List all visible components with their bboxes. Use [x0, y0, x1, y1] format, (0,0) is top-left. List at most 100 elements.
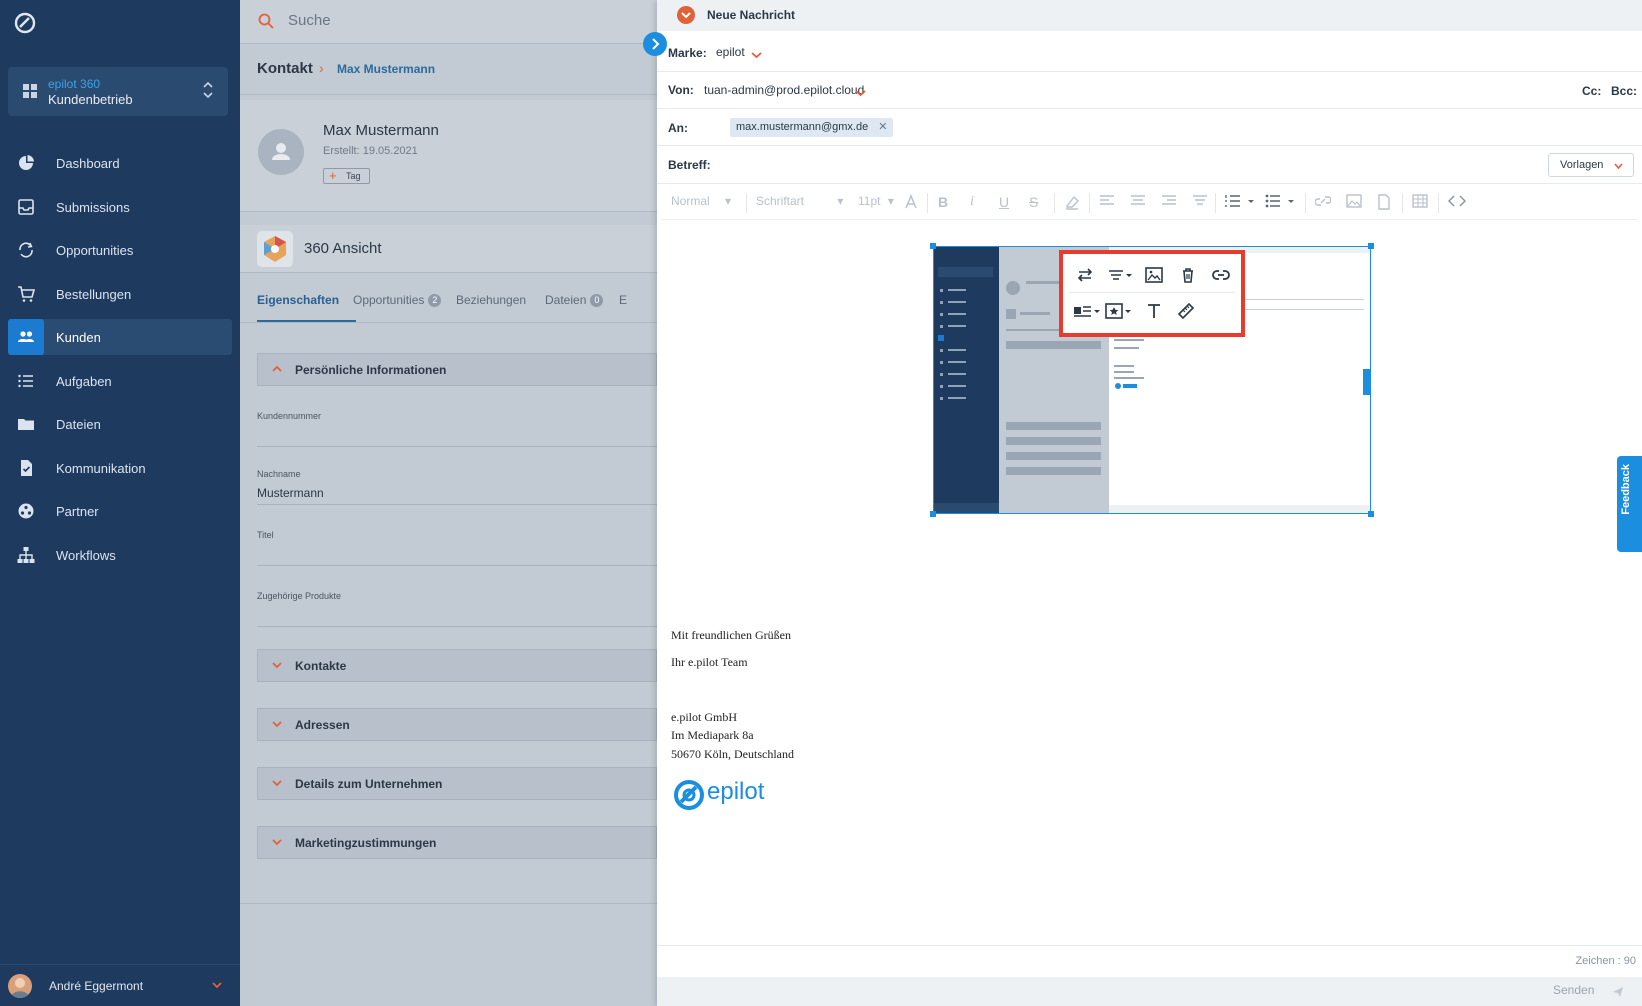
- font-select[interactable]: Schriftart ▾: [756, 194, 846, 212]
- message-editor[interactable]: Mit freundlichen Grüßen Ihr e.pilot Team…: [657, 222, 1642, 942]
- list-icon: [18, 374, 33, 387]
- sidebar-item-dashboard[interactable]: Dashboard: [8, 145, 232, 181]
- tab-label: Eigenschaften: [257, 293, 340, 307]
- section-adressen[interactable]: Adressen: [257, 708, 657, 741]
- align-right-icon[interactable]: [1161, 194, 1177, 212]
- section-label: Kontakte: [295, 659, 347, 673]
- tab-more[interactable]: E: [619, 293, 627, 307]
- underline-icon[interactable]: U: [999, 194, 1009, 212]
- brand-select[interactable]: epilot: [716, 45, 745, 59]
- resize-handle[interactable]: [930, 511, 936, 517]
- link-icon[interactable]: [1210, 264, 1232, 286]
- tab-eigenschaften[interactable]: Eigenschaften: [257, 293, 339, 307]
- style-select[interactable]: Normal ▾: [671, 194, 739, 212]
- divider: [1215, 193, 1216, 213]
- feedback-tab[interactable]: Feedback: [1617, 456, 1642, 552]
- people-icon: [18, 331, 34, 342]
- 360-view-logo-icon: [257, 231, 293, 267]
- sidebar-item-workflows[interactable]: Workflows: [8, 537, 232, 573]
- collapse-panel-button[interactable]: [643, 32, 667, 56]
- sidebar-item-partner[interactable]: Partner: [8, 493, 232, 529]
- send-button[interactable]: Senden: [1553, 983, 1594, 997]
- align-left-icon[interactable]: [1099, 194, 1115, 212]
- divider: [240, 903, 657, 904]
- subject-row[interactable]: Betreff:: [657, 146, 1642, 184]
- sidebar-item-opportunities[interactable]: Opportunities: [8, 232, 232, 268]
- tab-opportunities[interactable]: Opportunities 2: [353, 293, 442, 307]
- ruler-icon[interactable]: [1175, 300, 1197, 322]
- section-kontakte[interactable]: Kontakte: [257, 649, 657, 682]
- send-icon[interactable]: [1612, 986, 1624, 998]
- eraser-icon[interactable]: [1064, 194, 1080, 212]
- sidebar-item-dateien[interactable]: Dateien: [8, 406, 232, 442]
- chevron-down-icon[interactable]: [751, 51, 762, 59]
- brand-label: Marke:: [668, 46, 707, 60]
- close-icon[interactable]: ✕: [878, 121, 887, 133]
- align-menu-icon[interactable]: [1106, 264, 1134, 286]
- font-label: Schriftart: [756, 194, 805, 208]
- divider: [1069, 292, 1235, 293]
- section-personal-info[interactable]: Persönliche Informationen: [257, 353, 657, 386]
- workspace-switcher[interactable]: epilot 360 Kundenbetrieb: [8, 67, 228, 116]
- resize-handle[interactable]: [1368, 243, 1374, 249]
- recipient-chip[interactable]: max.mustermann@gmx.de ✕: [730, 118, 894, 137]
- file-icon[interactable]: [1377, 194, 1391, 212]
- section-label: Details zum Unternehmen: [295, 777, 443, 791]
- link-icon[interactable]: [1315, 194, 1331, 212]
- sidebar-item-bestellungen[interactable]: Bestellungen: [8, 276, 232, 312]
- add-tag-button[interactable]: + Tag: [323, 168, 370, 184]
- field-value: Mustermann: [257, 486, 324, 500]
- tab-dateien[interactable]: Dateien 0: [545, 293, 604, 307]
- alt-text-icon[interactable]: [1143, 300, 1165, 322]
- search-bar[interactable]: Suche: [240, 0, 657, 44]
- image-icon[interactable]: [1346, 194, 1362, 212]
- section-unternehmen[interactable]: Details zum Unternehmen: [257, 767, 657, 800]
- section-marketing[interactable]: Marketingzustimmungen: [257, 826, 657, 859]
- field-kundennummer[interactable]: Kundennummer: [257, 411, 657, 447]
- epilot-logo-icon[interactable]: [12, 10, 38, 36]
- collapse-compose-button[interactable]: [677, 6, 695, 24]
- sidebar-item-aufgaben[interactable]: Aufgaben: [8, 363, 232, 399]
- tab-beziehungen[interactable]: Beziehungen: [456, 293, 526, 307]
- send-bar: Senden: [657, 977, 1642, 1006]
- tab-label: Beziehungen: [456, 293, 527, 307]
- field-produkte[interactable]: Zugehörige Produkte: [257, 591, 657, 627]
- tag-label: Tag: [346, 171, 361, 181]
- image-style-icon[interactable]: [1103, 300, 1133, 322]
- resize-handle[interactable]: [1368, 511, 1374, 517]
- display-menu-icon[interactable]: [1071, 300, 1101, 322]
- bold-icon[interactable]: B: [938, 194, 948, 212]
- font-size-select[interactable]: 11pt ▾: [858, 194, 898, 212]
- sidebar-item-submissions[interactable]: Submissions: [8, 189, 232, 225]
- search-input[interactable]: Suche: [288, 12, 331, 29]
- italic-icon[interactable]: i: [970, 194, 974, 212]
- bullet-list-icon[interactable]: [1265, 194, 1295, 212]
- from-select[interactable]: tuan-admin@prod.epilot.cloud: [704, 83, 864, 97]
- user-name: André Eggermont: [49, 979, 144, 993]
- sidebar-item-kunden[interactable]: Kunden: [8, 319, 232, 355]
- breadcrumb-root[interactable]: Kontakt: [257, 60, 313, 77]
- resize-handle[interactable]: [930, 243, 936, 249]
- table-icon[interactable]: [1412, 194, 1428, 212]
- field-nachname[interactable]: Nachname Mustermann: [257, 469, 657, 505]
- sidebar-item-label: Kommunikation: [56, 460, 146, 476]
- align-center-icon[interactable]: [1130, 194, 1146, 212]
- partner-icon: [18, 503, 34, 519]
- sidebar-item-kommunikation[interactable]: Kommunikation: [8, 450, 232, 486]
- user-menu[interactable]: André Eggermont: [0, 964, 240, 1006]
- replace-image-icon[interactable]: [1074, 264, 1096, 286]
- trash-icon[interactable]: [1177, 264, 1199, 286]
- strikethrough-icon[interactable]: S: [1029, 194, 1038, 212]
- templates-dropdown[interactable]: Vorlagen: [1548, 153, 1634, 177]
- bcc-button[interactable]: Bcc:: [1611, 84, 1637, 98]
- cc-button[interactable]: Cc:: [1582, 84, 1601, 98]
- field-titel[interactable]: Titel: [257, 530, 657, 566]
- align-justify-icon[interactable]: [1192, 194, 1208, 212]
- divider: [1305, 193, 1306, 213]
- code-view-icon[interactable]: [1448, 194, 1466, 212]
- divider: [1089, 193, 1090, 213]
- text-color-icon[interactable]: [903, 194, 919, 212]
- chevron-down-icon[interactable]: [855, 89, 866, 97]
- image-icon[interactable]: [1143, 264, 1165, 286]
- ordered-list-icon[interactable]: [1225, 194, 1255, 212]
